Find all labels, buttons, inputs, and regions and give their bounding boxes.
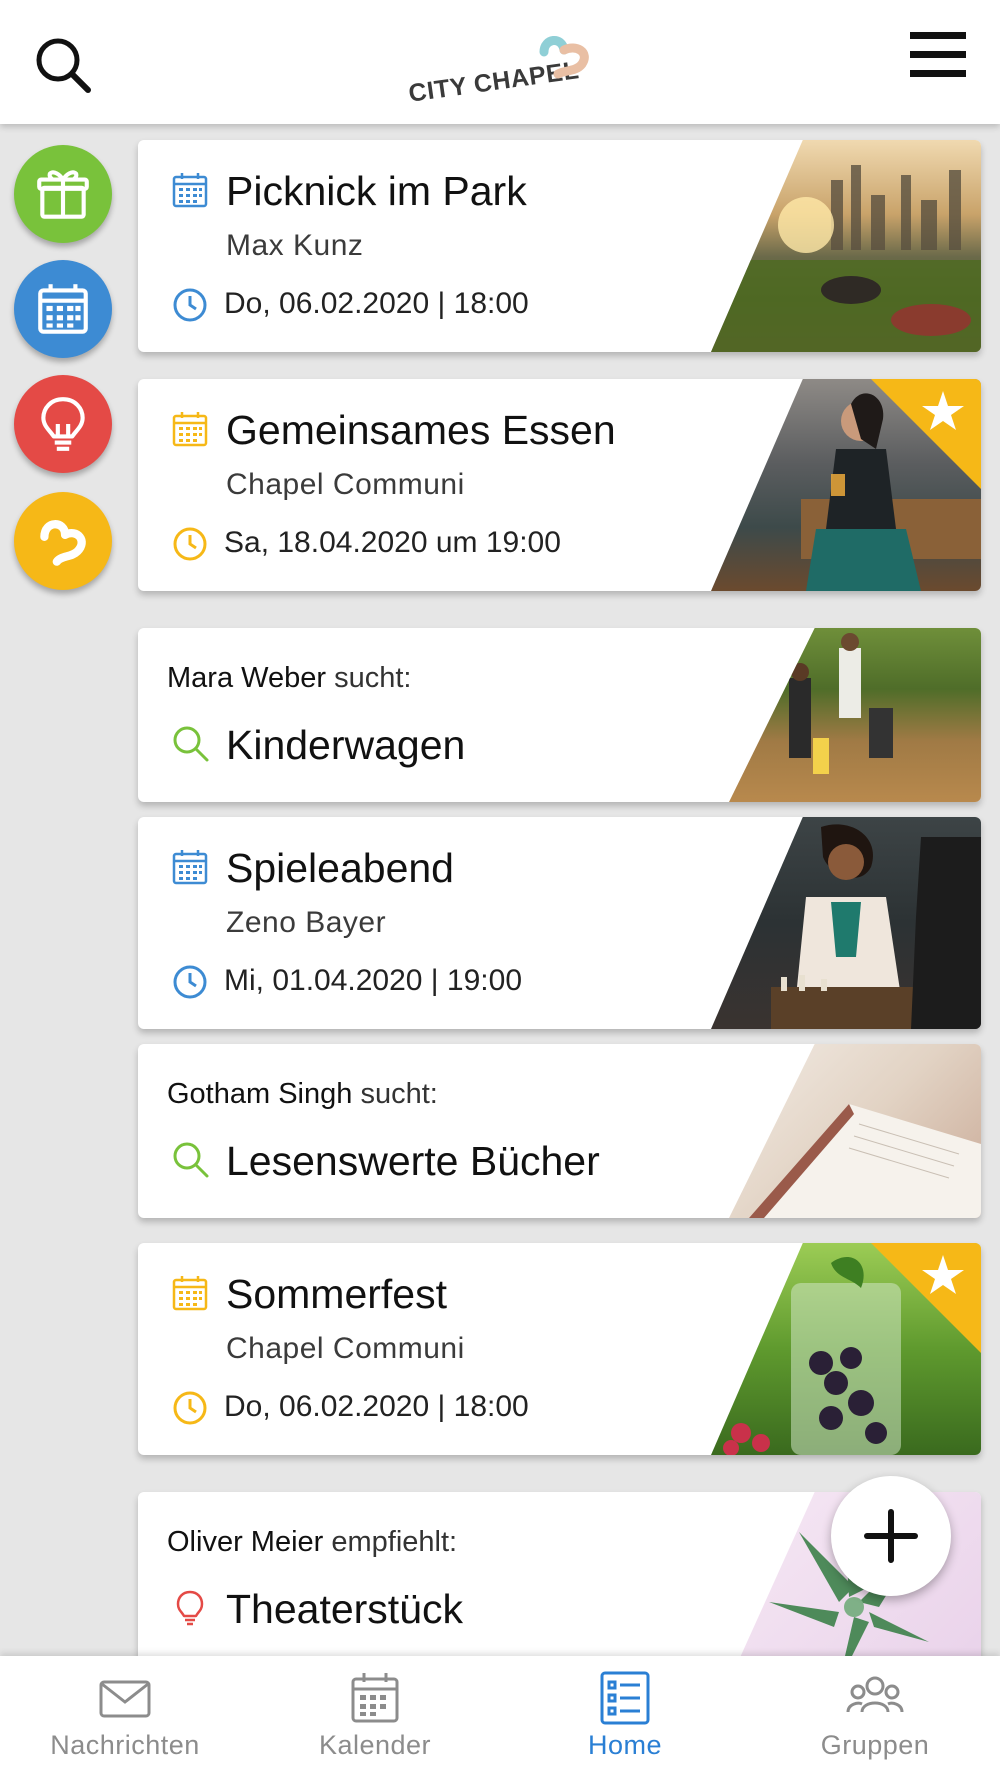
calendar-icon [172,412,208,447]
nav-label: Home [587,1730,663,1760]
city-chapel-logo-icon [40,520,86,566]
event-image [711,140,981,352]
gift-icon [37,170,89,219]
clock-icon [173,288,207,322]
list-icon [600,1671,650,1725]
calendar-icon [172,173,208,208]
search-title: Lesenswerte Bücher [226,1138,600,1184]
search-icon [173,1142,209,1178]
event-card[interactable]: Picknick im Park Max Kunz Do, 06.02.2020… [138,140,981,352]
search-icon [173,726,209,762]
event-title: Gemeinsames Essen [226,407,616,453]
calendar-icon [172,850,208,885]
recommendation-verb: empfiehlt: [331,1526,458,1558]
search-icon[interactable] [28,30,98,100]
search-image [729,628,981,802]
nav-label: Gruppen [820,1730,930,1760]
event-title: Spieleabend [226,845,454,891]
calendar-button[interactable] [14,260,112,358]
lightbulb-icon [176,1590,204,1626]
event-date: Do, 06.02.2020 | 18:00 [224,1390,529,1423]
search-author: Mara Weber [167,662,327,694]
city-chapel-button[interactable] [14,492,112,590]
add-button[interactable] [831,1476,951,1596]
event-card[interactable]: Sommerfest Chapel Communi Do, 06.02.2020… [138,1243,981,1455]
featured-star-ribbon-icon [871,379,981,489]
event-organizer: Chapel Communi [226,1332,465,1365]
plus-icon [864,1509,918,1563]
hamburger-menu-icon[interactable] [908,28,968,82]
event-card[interactable]: Spieleabend Zeno Bayer Mi, 01.04.2020 | … [138,817,981,1029]
event-date: Sa, 18.04.2020 um 19:00 [224,526,561,559]
recommendation-author: Oliver Meier [167,1526,324,1558]
event-title: Picknick im Park [226,168,527,214]
search-title: Kinderwagen [226,722,466,768]
search-author: Gotham Singh [167,1078,353,1110]
recommendation-author-line: Oliver Meier empfiehlt: [167,1526,457,1559]
nav-label: Kalender [318,1730,432,1760]
search-verb: sucht: [360,1078,438,1110]
search-verb: sucht: [334,662,412,694]
lightbulb-button[interactable] [14,375,112,473]
app-header: CITY CHAPEL [0,0,1000,124]
envelope-icon [99,1680,151,1718]
bottom-navigation: Nachrichten Kalender Home Gruppen [0,1656,1000,1778]
featured-star-ribbon-icon [871,1243,981,1353]
calendar-icon [172,1276,208,1311]
clock-icon [173,965,207,999]
calendar-icon [351,1673,399,1723]
search-image [729,1044,981,1218]
calendar-icon [38,284,88,334]
event-image [711,817,981,1029]
lightbulb-icon [41,397,85,451]
event-date: Do, 06.02.2020 | 18:00 [224,287,529,320]
city-chapel-logo[interactable]: CITY CHAPEL [402,26,602,108]
clock-icon [173,527,207,561]
gift-button[interactable] [14,145,112,243]
search-card[interactable]: Gotham Singh sucht: Lesenswerte Bücher [138,1044,981,1218]
nav-home[interactable]: Home [525,1670,725,1770]
event-organizer: Chapel Communi [226,468,465,501]
clock-icon [173,1391,207,1425]
event-date: Mi, 01.04.2020 | 19:00 [224,964,523,997]
event-title: Sommerfest [226,1271,447,1317]
group-icon [846,1676,904,1713]
event-organizer: Zeno Bayer [226,906,387,939]
search-author-line: Mara Weber sucht: [167,662,411,695]
logo-mark-icon [539,36,589,79]
nav-kalender[interactable]: Kalender [275,1670,475,1770]
search-card[interactable]: Mara Weber sucht: Kinderwagen [138,628,981,802]
nav-nachrichten[interactable]: Nachrichten [25,1670,225,1770]
event-card[interactable]: Gemeinsames Essen Chapel Communi Sa, 18.… [138,379,981,591]
search-author-line: Gotham Singh sucht: [167,1078,438,1111]
recommendation-title: Theaterstück [226,1586,463,1632]
nav-label: Nachrichten [50,1730,200,1760]
nav-gruppen[interactable]: Gruppen [775,1670,975,1770]
event-organizer: Max Kunz [226,229,364,262]
